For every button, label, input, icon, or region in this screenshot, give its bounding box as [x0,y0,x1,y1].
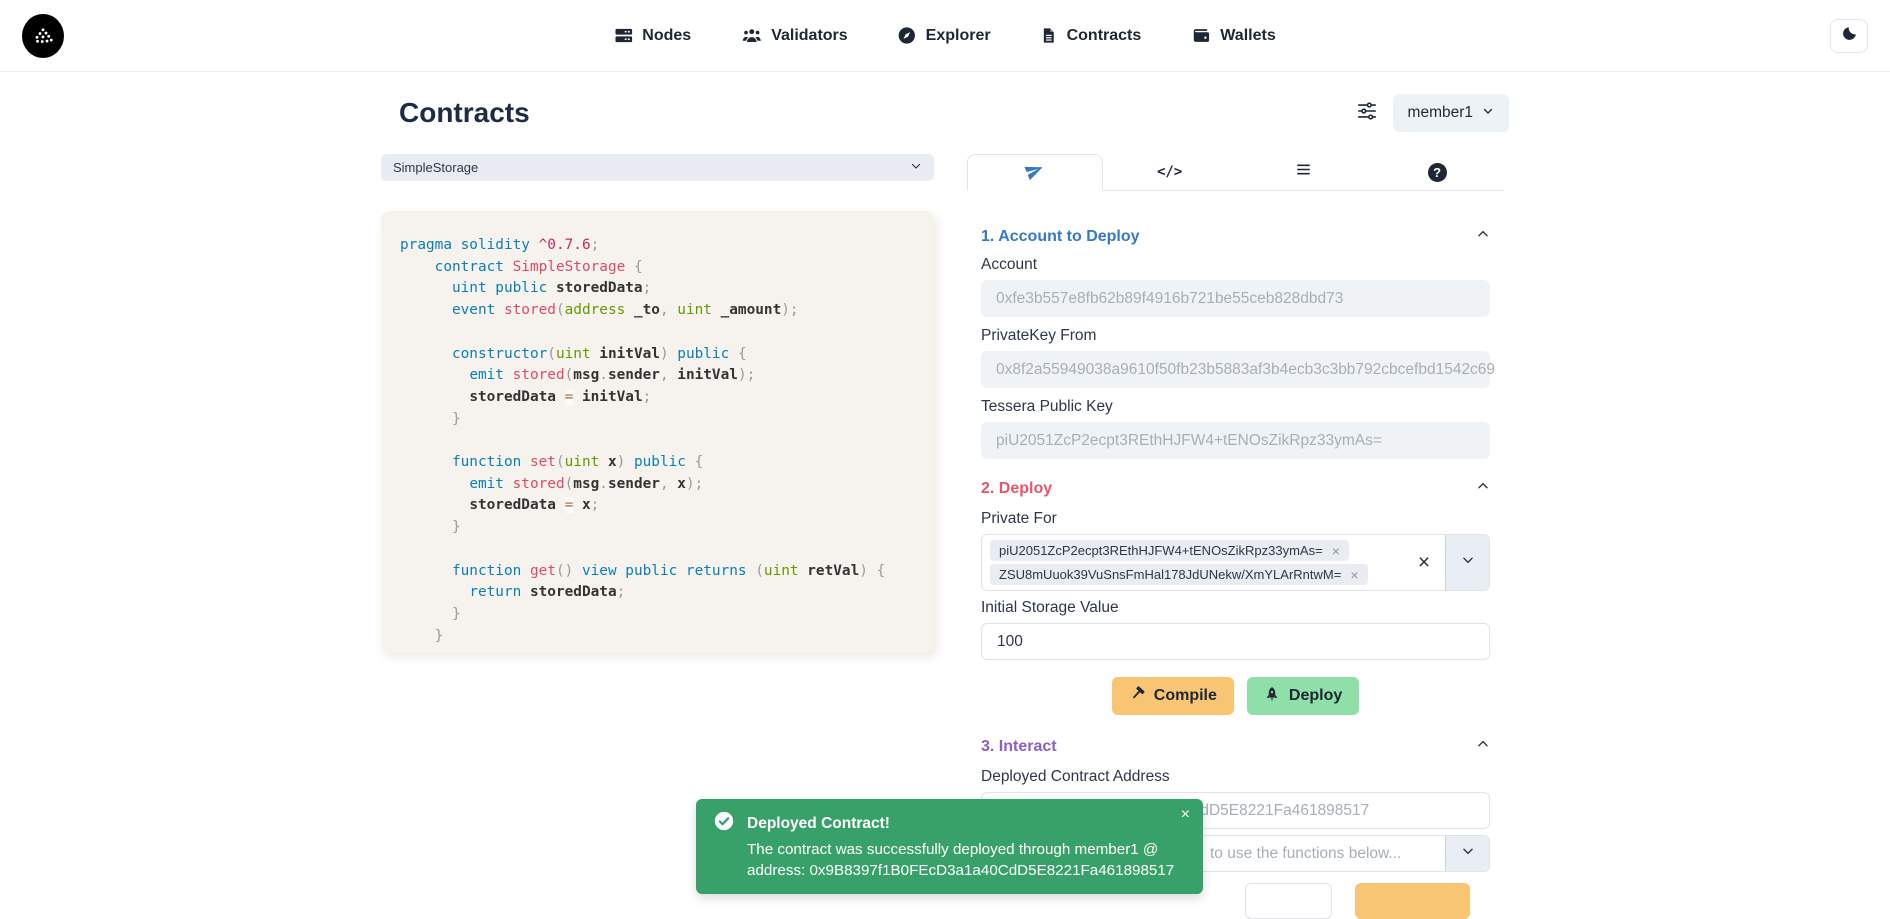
nav-item-validators[interactable]: Validators [741,26,847,45]
moon-icon [1841,25,1858,47]
dark-mode-toggle[interactable] [1830,19,1868,53]
multiselect-dropdown-toggle[interactable] [1445,535,1489,590]
deploy-success-toast: Deployed Contract! The contract was succ… [696,799,1203,894]
chevron-down-icon [1461,844,1475,863]
page-title: Contracts [399,97,530,129]
chip-remove-icon[interactable]: × [1350,568,1358,582]
chevron-down-icon [910,160,922,175]
privatekey-from-label: PrivateKey From [981,327,1490,345]
validators-icon [741,26,762,45]
chevron-up-icon[interactable] [1476,479,1490,498]
tab-logs[interactable] [1237,154,1371,190]
code-block: pragma solidity ^0.7.6; contract SimpleS… [400,235,926,647]
deploy-button-label: Deploy [1289,687,1342,705]
private-for-chips: piU2051ZcP2ecpt3REthHJFW4+tENOsZikRpz33y… [982,535,1403,590]
section-account-to-deploy[interactable]: 1. Account to Deploy [981,227,1490,246]
tab-deploy[interactable] [967,154,1103,191]
contracts-icon [1041,26,1058,45]
toast-title: Deployed Contract! [747,815,890,833]
paper-plane-icon [1025,161,1044,185]
private-for-chip[interactable]: piU2051ZcP2ecpt3REthHJFW4+tENOsZikRpz33y… [990,540,1349,561]
member-select-button[interactable]: member1 [1393,94,1509,132]
nav-label: Nodes [642,27,691,45]
tab-source-code[interactable]: </> [1103,154,1237,190]
nav-item-wallets[interactable]: Wallets [1191,26,1275,45]
compile-button[interactable]: Compile [1112,677,1234,715]
member-select-value: member1 [1408,104,1473,122]
contract-select-value: SimpleStorage [393,160,478,175]
tessera-public-key-label: Tessera Public Key [981,398,1490,416]
section-title-text: 3. Interact [981,738,1057,756]
top-navigation-bar: Nodes Validators [0,0,1890,72]
deploy-panel-tabs: </> ? [967,154,1504,191]
sliders-icon[interactable] [1356,100,1378,127]
tab-help[interactable]: ? [1370,154,1504,190]
chip-remove-icon[interactable]: × [1332,544,1340,558]
initial-storage-input[interactable]: 100 [981,623,1490,660]
tessera-public-key-input[interactable]: piU2051ZcP2ecpt3REthHJFW4+tENOsZikRpz33y… [981,422,1490,459]
check-circle-icon [714,811,734,836]
chevron-up-icon[interactable] [1476,737,1490,756]
privatekey-from-input[interactable]: 0x8f2a55949038a9610f50fb23b5883af3b4ecb3… [981,351,1490,388]
account-input[interactable]: 0xfe3b557e8fb62b89f4916b721be55ceb828dbd… [981,280,1490,317]
deploy-button[interactable]: Deploy [1247,677,1359,715]
chevron-up-icon[interactable] [1476,227,1490,246]
quorum-dots-logo[interactable] [22,14,64,58]
nav-label: Wallets [1220,27,1275,45]
interact-read-button-partial[interactable] [1245,883,1332,919]
clear-selection-icon[interactable]: × [1403,535,1445,590]
function-select-dropdown-toggle[interactable] [1445,836,1489,871]
nav-item-contracts[interactable]: Contracts [1041,26,1142,45]
main-nav: Nodes Validators [614,26,1275,45]
hammer-icon [1129,686,1145,707]
toast-close-icon[interactable]: × [1181,807,1190,823]
section-title-text: 1. Account to Deploy [981,228,1140,246]
section-deploy[interactable]: 2. Deploy [981,479,1490,498]
nav-label: Validators [771,27,847,45]
nodes-icon [614,26,633,45]
section-title-text: 2. Deploy [981,480,1052,498]
explorer-icon [898,26,917,45]
private-for-chip[interactable]: ZSU8mUuok39VuSnsFmHal178JdUNekw/XmYLArRn… [990,564,1368,585]
list-icon [1295,161,1312,183]
toast-message: The contract was successfully deployed t… [747,840,1192,881]
nav-item-explorer[interactable]: Explorer [898,26,991,45]
logo-dots [28,21,58,51]
code-icon: </> [1157,164,1182,180]
chip-value: piU2051ZcP2ecpt3REthHJFW4+tENOsZikRpz33y… [999,543,1323,558]
chevron-down-icon [1482,104,1494,122]
deployed-contract-address-label: Deployed Contract Address [981,768,1490,786]
nav-label: Contracts [1067,27,1142,45]
rocket-icon [1264,686,1280,707]
private-for-multiselect[interactable]: piU2051ZcP2ecpt3REthHJFW4+tENOsZikRpz33y… [981,534,1490,591]
compile-button-label: Compile [1154,687,1217,705]
solidity-code-viewer[interactable]: pragma solidity ^0.7.6; contract SimpleS… [381,211,934,653]
interact-transact-button-partial[interactable] [1355,883,1470,919]
help-icon: ? [1428,163,1447,182]
section-interact[interactable]: 3. Interact [981,737,1490,756]
account-label: Account [981,256,1490,274]
private-for-label: Private For [981,510,1490,528]
nav-label: Explorer [926,27,991,45]
nav-item-nodes[interactable]: Nodes [614,26,691,45]
initial-storage-label: Initial Storage Value [981,599,1490,617]
wallets-icon [1191,26,1211,45]
chip-value: ZSU8mUuok39VuSnsFmHal178JdUNekw/XmYLArRn… [999,567,1341,582]
contract-select[interactable]: SimpleStorage [381,154,934,181]
chevron-down-icon [1461,553,1475,572]
